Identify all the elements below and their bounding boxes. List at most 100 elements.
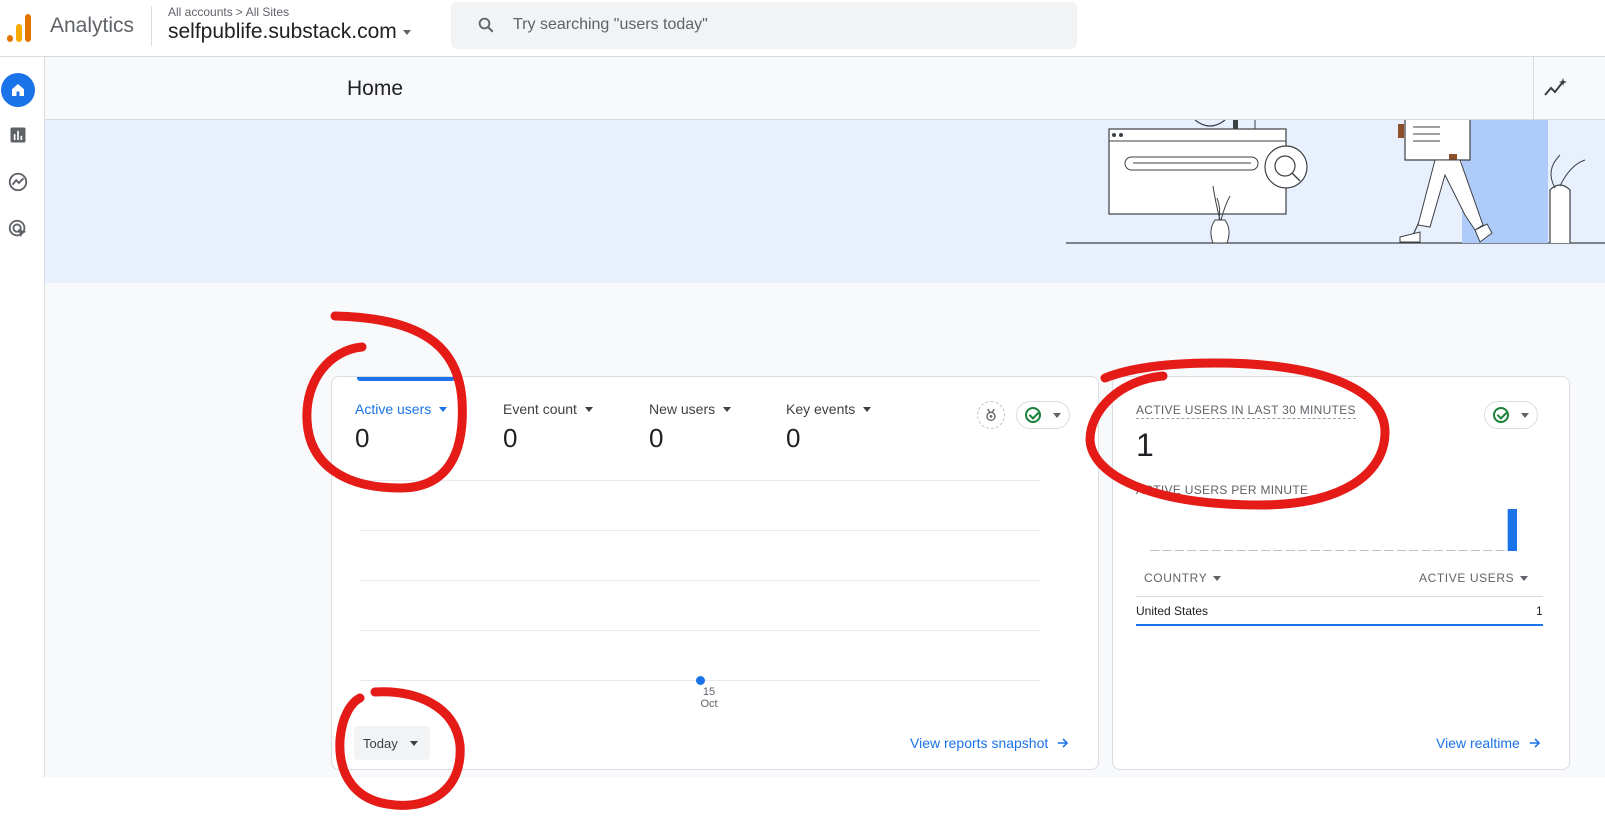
country-column-header[interactable]: COUNTRY [1144,571,1222,585]
per-minute-baseline-segment [1446,550,1456,551]
chart-gridline [360,480,1040,481]
per-minute-baseline-segment [1335,550,1345,551]
table-row-users: 1 [1536,604,1543,618]
per-minute-bar[interactable] [1507,509,1517,551]
link-label: View realtime [1436,735,1520,751]
reports-nav-button[interactable] [4,121,32,149]
chevron-down-icon [863,406,872,412]
search-icon [478,17,494,33]
chart-x-tick-label: 15 Oct [694,686,724,710]
per-minute-baseline-segment [1273,550,1283,551]
date-range-dropdown[interactable]: Today [354,726,430,760]
per-minute-baseline-segment [1409,550,1419,551]
explore-nav-button[interactable] [4,168,32,196]
per-minute-baseline-segment [1236,550,1246,551]
insights-icon [1544,78,1567,96]
realtime-title[interactable]: ACTIVE USERS IN LAST 30 MINUTES [1136,403,1356,419]
per-minute-baseline-segment [1150,550,1160,551]
chart-data-point[interactable] [695,675,705,685]
home-icon [12,84,24,96]
app-name: Analytics [50,14,135,37]
breadcrumb-separator: > [235,5,243,19]
x-tick-day: 15 [702,686,716,698]
metric-value: 0 [786,423,801,453]
metric-tab-new-users[interactable]: New users 0 [649,401,732,454]
breadcrumb[interactable]: All accounts > All Sites [168,5,289,19]
per-minute-baseline-segment [1224,550,1234,551]
table-divider [1136,596,1543,597]
per-minute-baseline-segment [1495,550,1505,551]
home-nav-button[interactable] [1,73,35,107]
arrow-right-icon [1529,738,1540,748]
per-minute-baseline-segment [1433,550,1443,551]
metric-tab-key-events[interactable]: Key events 0 [786,401,872,454]
top-bar: Analytics All accounts > All Sites selfpub… [0,0,1605,57]
check-circle-icon [1025,407,1041,423]
metric-tab-event-count[interactable]: Event count 0 [503,401,593,454]
link-label: View reports snapshot [910,735,1049,751]
per-minute-baseline-segment [1248,550,1258,551]
per-minute-baseline-segment [1162,550,1172,551]
advertising-icon [8,219,27,238]
metric-label: Active users [355,401,432,417]
chevron-down-icon [723,406,732,412]
metric-value: 0 [355,423,370,453]
chevron-down-icon [1053,412,1061,418]
per-minute-baseline-segment [1347,550,1357,551]
per-minute-baseline-segment [1421,550,1431,551]
page-header: Home [45,57,1605,120]
chevron-down-icon [1521,412,1529,418]
overview-card: Active users 0 Event count 0 New users 0… [331,376,1099,770]
per-minute-baseline-segment [1285,550,1295,551]
breadcrumb-account[interactable]: All accounts [168,5,233,19]
chart-gridline [360,530,1040,531]
per-minute-bar-chart [1150,509,1517,551]
bar-chart-icon [10,127,26,143]
per-minute-baseline-segment [1396,550,1406,551]
property-name: selfpublife.substack.com [168,20,397,43]
realtime-data-quality-button[interactable] [1484,401,1538,429]
property-selector[interactable]: selfpublife.substack.com [168,20,411,44]
metric-label: New users [649,401,716,417]
search-bar[interactable]: Try searching "users today" [451,2,1077,49]
metric-tab-active-users[interactable]: Active users 0 [355,401,448,454]
x-tick-month: Oct [700,698,718,710]
hero-illustration [1066,120,1605,244]
metric-value: 0 [649,423,664,453]
divider [151,6,152,46]
chevron-down-icon [584,406,593,412]
sampling-indicator-button[interactable] [977,401,1005,429]
hero-banner [45,120,1605,283]
column-label: COUNTRY [1144,571,1208,585]
per-minute-baseline-segment [1187,550,1197,551]
view-realtime-link[interactable]: View realtime [1436,735,1542,751]
per-minute-baseline-segment [1458,550,1468,551]
search-input[interactable]: Try searching "users today" [513,16,708,34]
chevron-down-icon [439,406,448,412]
per-minute-baseline-segment [1261,550,1271,551]
table-row-country[interactable]: United States [1136,604,1208,618]
per-minute-baseline-segment [1211,550,1221,551]
column-label: ACTIVE USERS [1419,571,1515,585]
metric-value: 0 [503,423,518,453]
chart-gridline [360,580,1040,581]
per-minute-baseline-segment [1384,550,1394,551]
per-minute-label: ACTIVE USERS PER MINUTE [1136,483,1309,497]
chart-gridline [360,630,1040,631]
breadcrumb-scope[interactable]: All Sites [246,5,289,19]
per-minute-baseline-segment [1372,550,1382,551]
date-range-label: Today [363,735,398,751]
metric-label: Key events [786,401,856,417]
insights-button[interactable] [1533,57,1605,119]
advertising-nav-button[interactable] [4,215,32,243]
view-reports-snapshot-link[interactable]: View reports snapshot [910,735,1070,751]
per-minute-baseline-segment [1359,550,1369,551]
table-row-bar [1136,624,1543,626]
active-tab-indicator [357,377,455,381]
active-users-column-header[interactable]: ACTIVE USERS [1419,571,1529,585]
arrow-right-icon [1058,738,1069,748]
page-title: Home [347,77,404,100]
data-quality-button[interactable] [1016,401,1070,429]
analytics-logo-icon[interactable] [4,10,34,42]
per-minute-baseline-segment [1298,550,1308,551]
